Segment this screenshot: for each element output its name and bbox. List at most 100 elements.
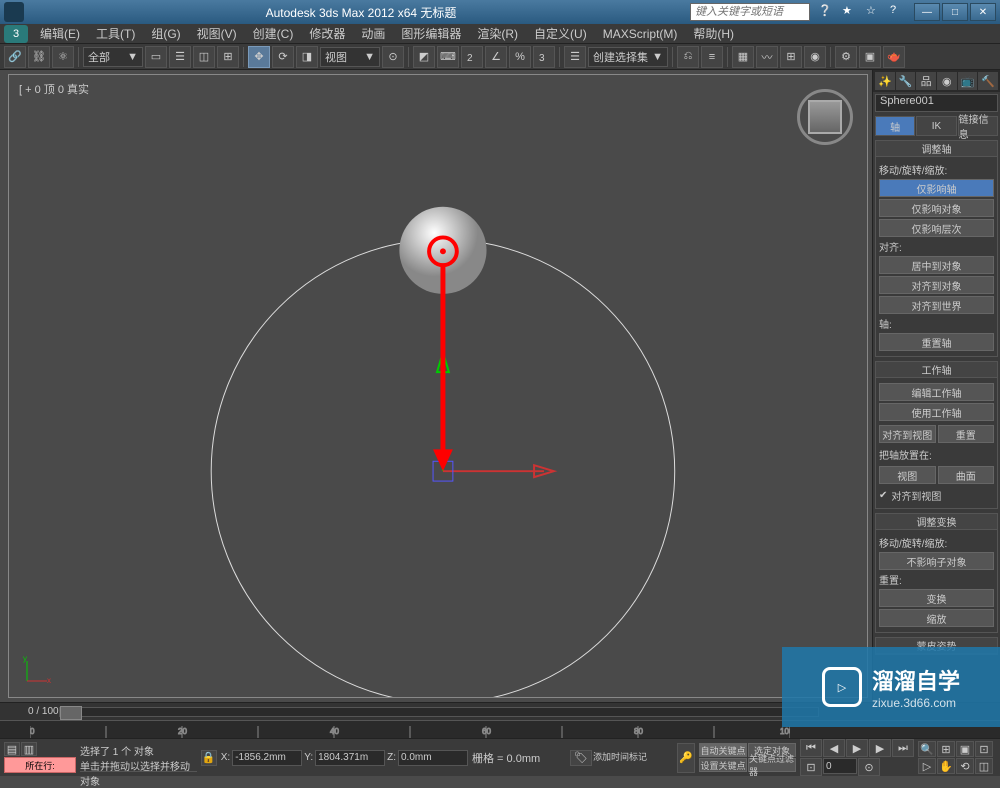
menu-graph-editors[interactable]: 图形编辑器 [393, 25, 469, 42]
viewport-label[interactable]: [ + 0 顶 0 真实 [19, 81, 89, 97]
menu-modifiers[interactable]: 修改器 [301, 25, 353, 42]
keyboard-icon[interactable]: ⌨ [437, 46, 459, 68]
menu-customize[interactable]: 自定义(U) [526, 25, 595, 42]
pivot-tab[interactable]: 轴 [875, 116, 915, 136]
rollout-title[interactable]: 工作轴 [876, 362, 997, 378]
scale-button[interactable]: 缩放 [879, 609, 994, 627]
time-tag-icon[interactable]: 🏷 [570, 750, 592, 766]
link-icon[interactable]: 🔗 [4, 46, 26, 68]
material-icon[interactable]: ◉ [804, 46, 826, 68]
max-toggle-icon[interactable]: ◫ [975, 758, 993, 774]
select-region-icon[interactable]: ◫ [193, 46, 215, 68]
menu-maxscript[interactable]: MAXScript(M) [595, 27, 686, 41]
zoom-extents-icon[interactable]: ▣ [956, 741, 974, 757]
rollout-title[interactable]: 调整轴 [876, 141, 997, 157]
bind-icon[interactable]: ⚛ [52, 46, 74, 68]
fov-icon[interactable]: ▷ [918, 758, 936, 774]
menu-view[interactable]: 视图(V) [189, 25, 245, 42]
named-selection-dropdown[interactable]: 创建选择集▼ [588, 47, 668, 67]
viewport-canvas[interactable]: [ + 0 顶 0 真实 [8, 74, 868, 698]
zoom-extents-all-icon[interactable]: ⊡ [975, 741, 993, 757]
zoom-icon[interactable]: 🔍 [918, 741, 936, 757]
affect-pivot-only-button[interactable]: 仅影响轴 [879, 179, 994, 197]
affect-object-only-button[interactable]: 仅影响对象 [879, 199, 994, 217]
snap-2d-icon[interactable]: 2 [461, 46, 483, 68]
align-to-view-button[interactable]: 对齐到视图 [879, 425, 936, 443]
named-sel-icon[interactable]: ☰ [564, 46, 586, 68]
time-slider-thumb[interactable] [60, 706, 82, 720]
align-icon[interactable]: ≡ [701, 46, 723, 68]
align-to-object-button[interactable]: 对齐到对象 [879, 276, 994, 294]
maxscript-mini-icon[interactable]: ▥ [21, 742, 37, 756]
close-button[interactable]: ✕ [970, 3, 996, 21]
curve-editor-icon[interactable]: 〰 [756, 46, 778, 68]
schematic-icon[interactable]: ⊞ [780, 46, 802, 68]
ref-coord-dropdown[interactable]: 视图▼ [320, 47, 380, 67]
unlink-icon[interactable]: ⛓ [28, 46, 50, 68]
reset-button[interactable]: 重置 [938, 425, 995, 443]
layers-icon[interactable]: ▦ [732, 46, 754, 68]
set-key-button[interactable]: 设置关键点 [699, 758, 747, 772]
goto-start-icon[interactable]: ⏮ [800, 739, 822, 757]
spinner-snap-icon[interactable]: 3 [533, 46, 555, 68]
motion-tab-icon[interactable]: ◉ [937, 72, 957, 90]
snap-angle-icon[interactable]: ∠ [485, 46, 507, 68]
viewcube[interactable] [797, 89, 853, 145]
key-mode-icon[interactable]: ⊙ [858, 758, 880, 776]
favorite-icon[interactable]: ☆ [866, 4, 882, 20]
next-frame-icon[interactable]: ▶ [869, 739, 891, 757]
script-listener-icon[interactable]: ▤ [4, 742, 20, 756]
manipulate-icon[interactable]: ◩ [413, 46, 435, 68]
reset-pivot-button[interactable]: 重置轴 [879, 333, 994, 351]
current-frame-input[interactable] [823, 758, 857, 774]
play-icon[interactable]: ▶ [846, 739, 868, 757]
render-icon[interactable]: 🫖 [883, 46, 905, 68]
center-to-object-button[interactable]: 居中到对象 [879, 256, 994, 274]
create-tab-icon[interactable]: ✨ [875, 72, 895, 90]
mirror-icon[interactable]: ⎌ [677, 46, 699, 68]
edit-working-pivot-button[interactable]: 编辑工作轴 [879, 383, 994, 401]
max-logo-icon[interactable]: 3 [4, 25, 28, 43]
render-setup-icon[interactable]: ⚙ [835, 46, 857, 68]
auto-key-button[interactable]: 自动关键点 [699, 743, 747, 757]
select-icon[interactable]: ▭ [145, 46, 167, 68]
menu-tools[interactable]: 工具(T) [88, 25, 143, 42]
y-coord-input[interactable] [315, 750, 385, 766]
zoom-all-icon[interactable]: ⊞ [937, 741, 955, 757]
window-crossing-icon[interactable]: ⊞ [217, 46, 239, 68]
script-line-button[interactable]: 所在行: [4, 757, 76, 773]
dont-affect-children-button[interactable]: 不影响子对象 [879, 552, 994, 570]
render-frame-icon[interactable]: ▣ [859, 46, 881, 68]
surface-button[interactable]: 曲面 [938, 466, 995, 484]
selection-filter-dropdown[interactable]: 全部▼ [83, 47, 143, 67]
object-name-field[interactable]: Sphere001 [875, 94, 998, 112]
view-button[interactable]: 视图 [879, 466, 936, 484]
info-icon[interactable]: ★ [842, 4, 858, 20]
transform-button[interactable]: 变换 [879, 589, 994, 607]
hierarchy-tab-icon[interactable]: 品 [916, 72, 936, 90]
key-icon[interactable]: 🔑 [677, 743, 695, 773]
prev-frame-icon[interactable]: ◀ [823, 739, 845, 757]
minimize-button[interactable]: — [914, 3, 940, 21]
modify-tab-icon[interactable]: 🔧 [896, 72, 916, 90]
time-config-icon[interactable]: ⊡ [800, 758, 822, 776]
help-search-input[interactable] [690, 3, 810, 21]
question-icon[interactable]: ? [890, 4, 906, 20]
key-filters-button[interactable]: 关键点过滤器 [748, 758, 796, 772]
rollout-title[interactable]: 调整变换 [876, 514, 997, 530]
rotate-icon[interactable]: ⟳ [272, 46, 294, 68]
utilities-tab-icon[interactable]: 🔨 [978, 72, 998, 90]
menu-edit[interactable]: 编辑(E) [32, 25, 88, 42]
maximize-button[interactable]: □ [942, 3, 968, 21]
move-icon[interactable]: ✥ [248, 46, 270, 68]
lock-icon[interactable]: 🔒 [201, 750, 217, 766]
viewport[interactable]: [ + 0 顶 0 真实 [0, 70, 872, 702]
pan-icon[interactable]: ✋ [937, 758, 955, 774]
display-tab-icon[interactable]: 📺 [958, 72, 978, 90]
select-name-icon[interactable]: ☰ [169, 46, 191, 68]
goto-end-icon[interactable]: ⏭ [892, 739, 914, 757]
help-icon[interactable]: ❔ [818, 4, 834, 20]
align-to-world-button[interactable]: 对齐到世界 [879, 296, 994, 314]
menu-group[interactable]: 组(G) [143, 25, 188, 42]
z-coord-input[interactable] [398, 750, 468, 766]
